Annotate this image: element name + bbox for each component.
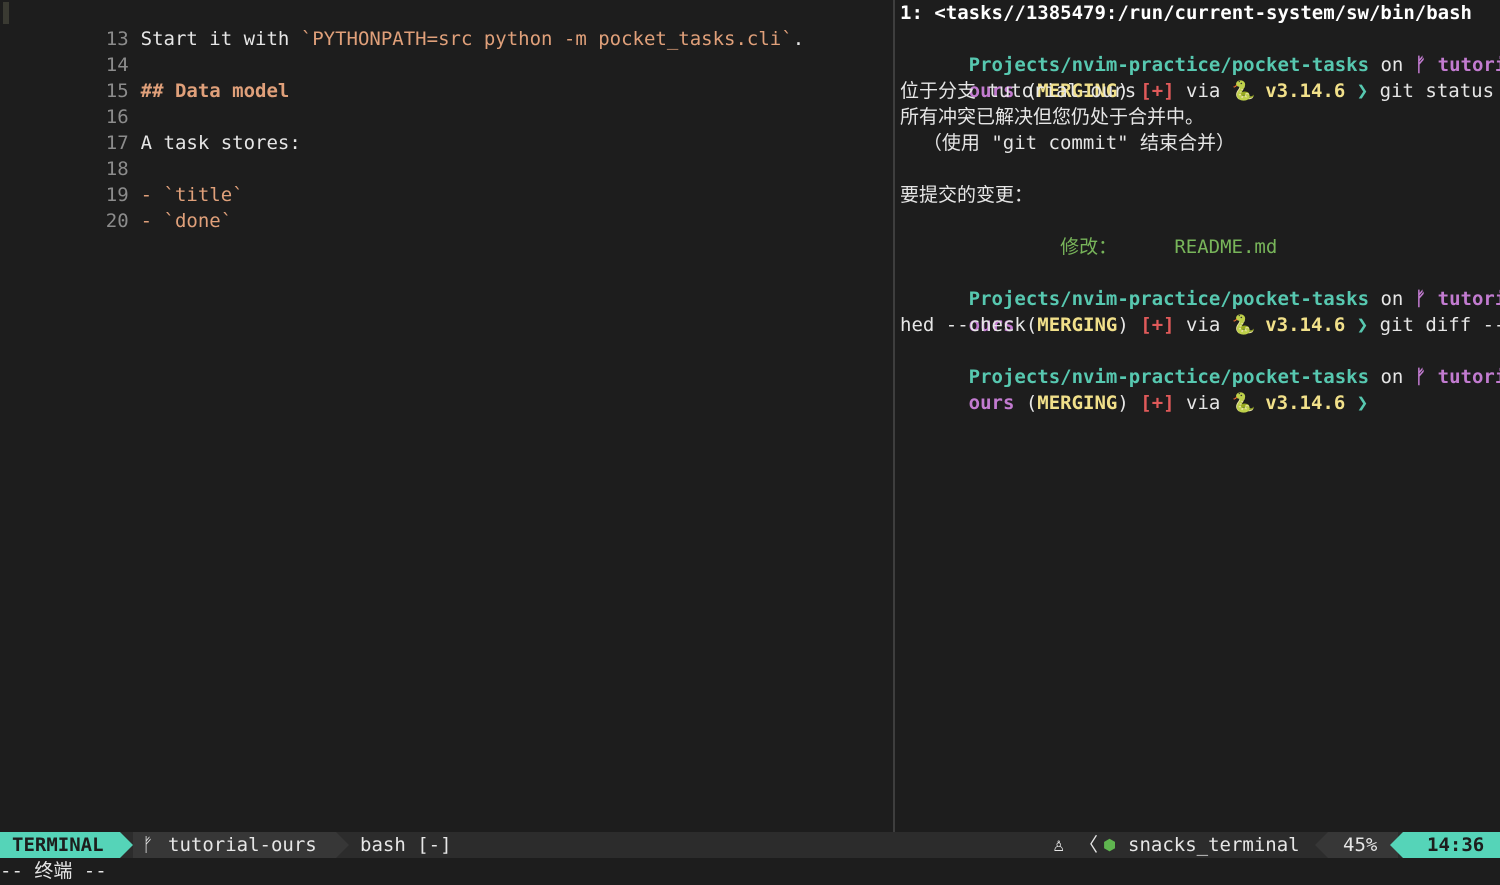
prompt-chevron-icon: ❯ [1345,314,1369,336]
prompt-branch: tutorial- [1437,366,1500,388]
statusline-percent: 45% [1343,834,1378,856]
time-separator [1390,832,1403,858]
prompt-chevron-icon: ❯ [1345,80,1369,102]
editor-line[interactable]: 17 A task stores: [0,104,301,154]
prompt-line: Projects/nvim-practice/pocket-tasks on ᚠ… [900,26,1500,76]
prompt-line: ours (MERGING) [+] via 🐍 v3.14.6 ❯ git d… [900,286,1500,336]
editor-line[interactable]: 19- `title` [0,156,244,206]
editor-line[interactable]: 15 ## Data model [0,52,290,102]
editor-line[interactable]: 18 [0,130,129,180]
modified-line: 修改： README.md [900,208,1277,258]
output-line: 位于分支 tutorial-ours [900,80,1137,102]
mode-separator [120,832,133,858]
prompt-line: Projects/nvim-practice/pocket-tasks on ᚠ… [900,260,1500,310]
statusline-filetype: snacks_terminal [1128,834,1300,856]
git-branch-icon: ᚠ [1414,366,1427,388]
output-line: 所有冲突已解决但您仍处于合并中。 [900,106,1205,128]
app-window: 13 Start it with `PYTHONPATH=src python -… [0,0,1500,885]
line-number: 20 [105,210,129,232]
editor-line[interactable]: 13 Start it with `PYTHONPATH=src python -… [0,0,804,50]
prompt-line: ours (MERGING) [+] via 🐍 v3.14.6 ❯ git s… [968,80,1495,102]
python-icon: 🐍 [1231,80,1256,102]
line-text: Start it with [140,28,301,50]
python-version: v3.14.6 [1253,392,1346,414]
prompt-line: Projects/nvim-practice/pocket-tasks on ᚠ… [900,338,1500,388]
statusline-time: 14:36 [1427,834,1485,856]
staged-indicator: [+] [1128,392,1175,414]
section-separator-icon: 〈 [1079,834,1099,856]
command-text: git diff --cac [1379,314,1500,336]
prompt-chevron-icon: ❯ [1345,392,1369,414]
branch-separator [336,832,349,858]
line-text: . [792,28,805,50]
python-icon: 🐍 [1231,392,1256,414]
editor-line[interactable]: 20- `done` [0,182,232,232]
prompt-line[interactable]: ours (MERGING) [+] via 🐍 v3.14.6 ❯ [900,364,1369,414]
merge-state: MERGING [1037,314,1118,336]
linux-icon: ♙ [1053,834,1065,856]
python-version: v3.14.6 [1253,80,1346,102]
modified-file: README.md [1174,236,1278,258]
terminal-title: 1: <tasks//1385479:/run/current-system/s… [900,2,1472,24]
list-bullet: - [140,210,164,232]
merge-state: MERGING [1037,392,1118,414]
inline-code: `PYTHONPATH=src python -m pocket_tasks.c… [300,28,793,50]
line-text: A task stores: [140,132,301,154]
staged-indicator: [+] [1128,314,1175,336]
output-line: （使用 "git commit" 结束合并） [900,132,1236,154]
markdown-heading: ## Data model [140,80,290,102]
inline-code: `done` [163,210,233,232]
modified-label: 修改： [968,236,1175,258]
git-branch-icon: ᚠ [142,834,154,856]
command-text: git status [1368,80,1495,102]
status-line: TERMINAL ᚠ tutorial-ours bash [-] ♙ 〈 ⬢ … [0,832,1500,858]
editor-line[interactable]: 16 [0,78,129,128]
statusline-filename: bash [-] [360,834,452,856]
command-line[interactable]: -- 终端 -- [0,858,1500,885]
statusline-branch: tutorial-ours [168,834,317,856]
filetype-icon: ⬢ [1103,836,1117,854]
editor-pane[interactable]: 13 Start it with `PYTHONPATH=src python -… [0,0,893,832]
prompt-branch: ours [968,392,1015,414]
terminal-pane[interactable]: 1: <tasks//1385479:/run/current-system/s… [895,0,1500,832]
editor-line[interactable]: 14 [0,26,129,76]
percent-separator [1315,832,1328,858]
command-text: hed --check [900,314,1026,336]
python-icon: 🐍 [1231,314,1256,336]
mode-indicator: TERMINAL [0,832,120,858]
python-version: v3.14.6 [1253,314,1346,336]
output-line: 要提交的变更： [900,184,1034,206]
